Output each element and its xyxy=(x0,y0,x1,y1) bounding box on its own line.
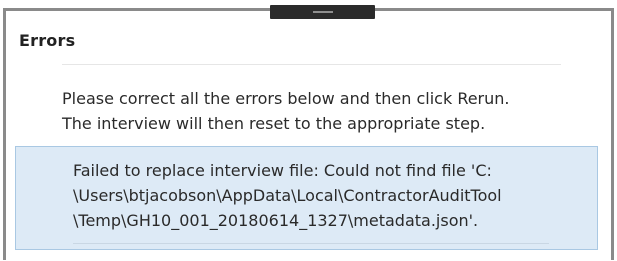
header-divider xyxy=(62,64,561,65)
error-message-line: \Temp\GH10_001_20180614_1327\metadata.js… xyxy=(73,211,479,230)
error-message-line: \Users\btjacobson\AppData\Local\Contract… xyxy=(73,186,502,205)
error-list-item[interactable]: Failed to replace interview file: Could … xyxy=(15,146,598,250)
instructions-text: Please correct all the errors below and … xyxy=(62,86,582,136)
error-item-divider xyxy=(73,243,549,244)
instructions-line: The interview will then reset to the app… xyxy=(62,114,486,133)
error-message-line: Failed to replace interview file: Could … xyxy=(73,161,492,180)
instructions-line: Please correct all the errors below and … xyxy=(62,89,510,108)
error-message: Failed to replace interview file: Could … xyxy=(73,158,502,233)
grip-line-icon xyxy=(313,11,333,13)
dialog-title: Errors xyxy=(19,31,76,50)
errors-dialog: Errors Please correct all the errors bel… xyxy=(3,8,614,260)
drag-handle[interactable] xyxy=(270,5,375,19)
